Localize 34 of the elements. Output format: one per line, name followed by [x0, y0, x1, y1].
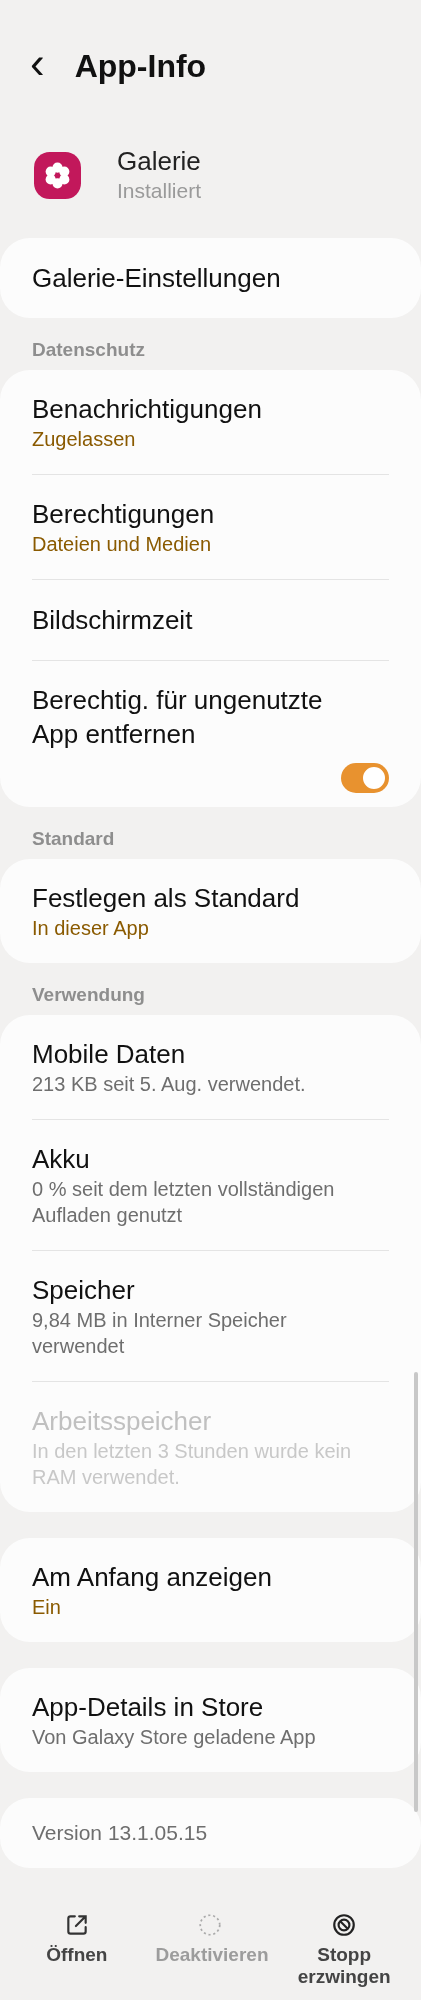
version-text: Version 13.1.05.15: [32, 1820, 209, 1846]
app-status: Installiert: [117, 178, 202, 204]
item-title[interactable]: Berechtig. für ungenutzte App entfernen: [32, 683, 389, 751]
item-title: Arbeitsspeicher: [32, 1405, 213, 1438]
item-title[interactable]: App-Details in Store: [32, 1690, 389, 1724]
item-title[interactable]: Galerie-Einstellungen: [32, 261, 389, 295]
item-title[interactable]: Mobile Daten: [32, 1037, 389, 1071]
item-subtitle: Ein: [32, 1595, 62, 1620]
item-title[interactable]: Am Anfang anzeigen: [32, 1560, 389, 1594]
item-subtitle: 0 % seit dem letzten vollständigen Aufladen genutzt: [32, 1177, 336, 1228]
section-header: Datenschutz: [31, 338, 146, 362]
item-title[interactable]: Benachrichtigungen: [32, 392, 389, 426]
action-button[interactable]: Stopp erzwingen: [277, 1908, 411, 1988]
toggle-switch[interactable]: [341, 763, 389, 793]
item-subtitle: Zugelassen: [32, 427, 137, 452]
item-title[interactable]: Speicher: [32, 1273, 389, 1307]
section-header: Verwendung: [31, 983, 146, 1007]
page-title: App-Info: [74, 47, 207, 86]
item-subtitle: 213 KB seit 5. Aug. verwendet.: [32, 1072, 307, 1097]
item-title[interactable]: Akku: [32, 1142, 389, 1176]
action-button[interactable]: Öffnen: [10, 1908, 144, 1988]
flower-app-icon: [34, 151, 81, 199]
item-subtitle: Dateien und Medien: [32, 532, 212, 557]
dotted-circle-icon: [197, 1912, 224, 1938]
item-title[interactable]: Festlegen als Standard: [32, 881, 389, 915]
item-title[interactable]: Berechtigungen: [32, 497, 389, 531]
stop-icon: [331, 1912, 358, 1938]
app-name: Galerie: [117, 145, 202, 177]
item-title[interactable]: Bildschirmzeit: [32, 603, 389, 637]
back-button[interactable]: ‹: [30, 41, 45, 85]
item-subtitle: In dieser App: [32, 916, 150, 941]
item-subtitle: 9,84 MB in Interner Speicher verwendet: [32, 1308, 288, 1359]
section-header: Standard: [31, 827, 116, 851]
item-subtitle: Von Galaxy Store geladene App: [32, 1725, 317, 1750]
